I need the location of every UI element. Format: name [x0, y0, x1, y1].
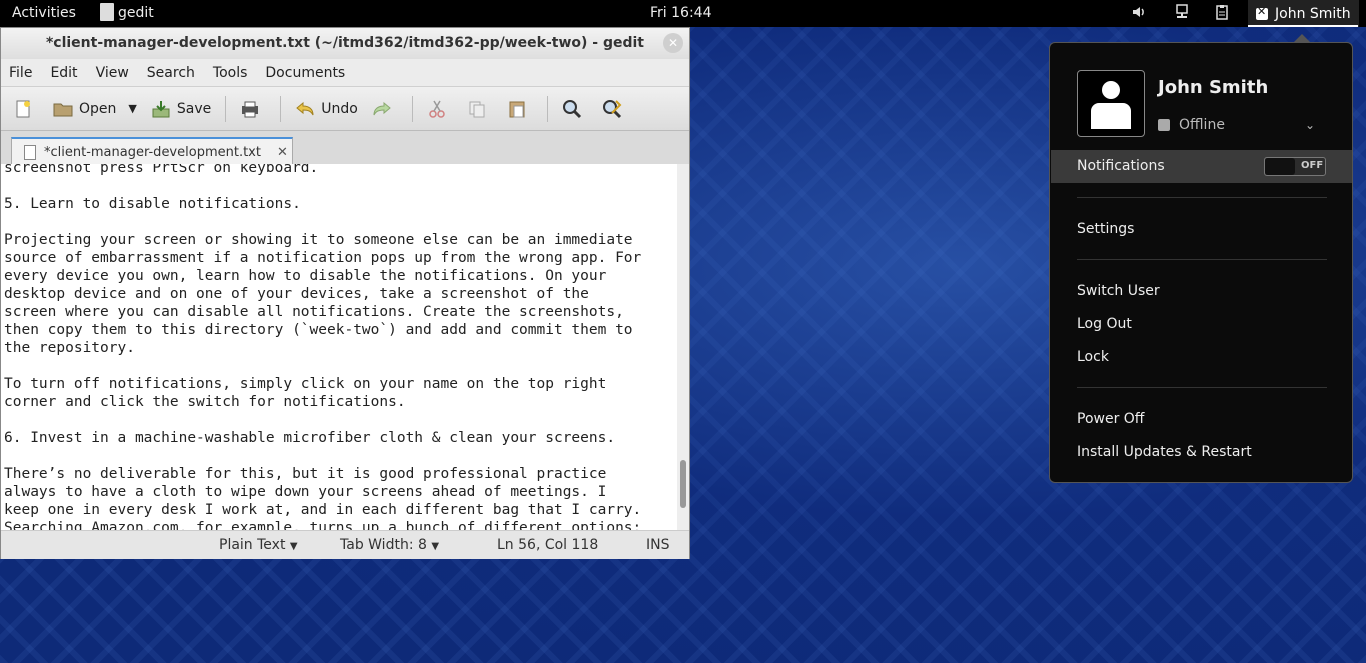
- editor-content[interactable]: screenshot press PrtScr on keyboard. 5. …: [1, 164, 677, 530]
- paste-icon: [509, 101, 525, 117]
- toggle-knob[interactable]: [1265, 158, 1295, 175]
- switch-user-item[interactable]: Switch User: [1077, 283, 1160, 299]
- divider: [1077, 259, 1327, 260]
- find-replace-icon: [602, 99, 622, 118]
- window-title: *client-manager-development.txt (~/itmd3…: [45, 35, 645, 51]
- printer-icon: [242, 101, 259, 117]
- menu-documents[interactable]: Documents: [265, 65, 345, 81]
- avatar-head: [1102, 81, 1120, 99]
- menu-search[interactable]: Search: [147, 65, 195, 81]
- tab-width-label: Tab Width: 8: [340, 537, 427, 553]
- volume-icon[interactable]: [1131, 4, 1147, 20]
- vertical-scrollbar[interactable]: [677, 164, 689, 530]
- offline-status-icon: [1256, 5, 1268, 20]
- toolbar-separator: [280, 95, 282, 122]
- open-label: Open: [79, 100, 117, 117]
- chevron-down-icon: ⌄: [1304, 118, 1315, 132]
- save-label: Save: [176, 100, 212, 117]
- presence-label: Offline: [1179, 117, 1225, 133]
- toolbar-separator: [411, 95, 413, 122]
- scissors-icon: [429, 100, 445, 118]
- log-out-item[interactable]: Log Out: [1077, 316, 1132, 332]
- menu-edit[interactable]: Edit: [50, 65, 77, 81]
- avatar[interactable]: [1077, 70, 1145, 137]
- user-name-label: John Smith: [1275, 5, 1351, 22]
- user-menu-button[interactable]: John Smith: [1248, 0, 1359, 27]
- document-tabs: *client-manager-development.txt ✕: [1, 131, 689, 166]
- chevron-down-icon: ▼: [431, 541, 440, 552]
- presence-selector[interactable]: Offline ⌄: [1158, 117, 1315, 133]
- toolbar: Open ▼ Save Undo: [1, 87, 689, 131]
- notifications-label: Notifications: [1077, 158, 1165, 174]
- folder-icon: [53, 103, 73, 116]
- app-menu[interactable]: gedit: [100, 3, 154, 21]
- offline-status-icon: [1158, 119, 1170, 131]
- new-document-button[interactable]: [13, 99, 39, 119]
- user-display-name: John Smith: [1158, 77, 1269, 98]
- menu-bar: File Edit View Search Tools Documents: [1, 59, 689, 87]
- undo-label: Undo: [321, 100, 358, 117]
- open-button[interactable]: Open ▼: [53, 99, 137, 119]
- chevron-down-icon[interactable]: ▼: [128, 102, 136, 115]
- chevron-down-icon: ▼: [289, 541, 298, 552]
- paste-button[interactable]: [507, 99, 533, 119]
- redo-icon: [373, 101, 391, 115]
- window-titlebar[interactable]: *client-manager-development.txt (~/itmd3…: [1, 28, 689, 59]
- menu-view[interactable]: View: [96, 65, 129, 81]
- find-replace-button[interactable]: [602, 99, 628, 119]
- close-tab-icon[interactable]: ✕: [277, 145, 288, 160]
- document-tab-label: *client-manager-development.txt: [44, 144, 261, 160]
- syntax-selector[interactable]: Plain Text ▼: [219, 537, 298, 553]
- menu-tools[interactable]: Tools: [213, 65, 248, 81]
- toolbar-separator: [546, 95, 548, 122]
- insert-mode: INS: [646, 537, 670, 553]
- gedit-window: *client-manager-development.txt (~/itmd3…: [0, 27, 690, 559]
- redo-button[interactable]: [372, 99, 398, 119]
- scrollbar-thumb[interactable]: [680, 460, 686, 508]
- notifications-toggle[interactable]: OFF: [1264, 157, 1326, 176]
- gedit-app-icon: [100, 3, 114, 21]
- divider: [1077, 387, 1327, 388]
- document-tab[interactable]: *client-manager-development.txt ✕: [11, 137, 293, 165]
- text-editor[interactable]: screenshot press PrtScr on keyboard. 5. …: [1, 164, 677, 530]
- lock-item[interactable]: Lock: [1077, 349, 1109, 365]
- search-icon: [562, 99, 581, 118]
- toolbar-separator: [225, 95, 227, 122]
- install-updates-item[interactable]: Install Updates & Restart: [1077, 444, 1252, 460]
- toggle-state: OFF: [1301, 160, 1324, 171]
- divider: [1077, 197, 1327, 198]
- settings-item[interactable]: Settings: [1077, 221, 1134, 237]
- undo-button[interactable]: Undo: [295, 99, 358, 119]
- tab-width-selector[interactable]: Tab Width: 8 ▼: [340, 537, 439, 553]
- popup-arrow: [1293, 34, 1311, 43]
- user-menu-popup: John Smith Offline ⌄ Notifications OFF S…: [1049, 34, 1353, 483]
- save-button[interactable]: Save: [151, 99, 211, 119]
- syntax-label: Plain Text: [219, 537, 286, 553]
- cut-button[interactable]: [427, 99, 453, 119]
- avatar-body: [1091, 103, 1131, 129]
- notifications-row[interactable]: Notifications OFF: [1051, 150, 1352, 183]
- activities-button[interactable]: Activities: [12, 5, 76, 21]
- power-off-item[interactable]: Power Off: [1077, 411, 1144, 427]
- copy-icon: [469, 101, 485, 117]
- find-button[interactable]: [562, 99, 588, 119]
- new-document-icon: [16, 100, 30, 117]
- document-icon: [24, 144, 36, 160]
- clock[interactable]: Fri 16:44: [650, 5, 711, 21]
- status-bar: Plain Text ▼ Tab Width: 8 ▼ Ln 56, Col 1…: [1, 530, 689, 559]
- print-button[interactable]: [240, 99, 266, 119]
- app-menu-label: gedit: [118, 5, 154, 21]
- menu-file[interactable]: File: [9, 65, 32, 81]
- cursor-position: Ln 56, Col 118: [497, 537, 599, 553]
- copy-button[interactable]: [467, 99, 493, 119]
- close-window-icon[interactable]: ✕: [663, 33, 683, 53]
- undo-icon: [296, 101, 314, 115]
- network-icon[interactable]: [1174, 4, 1190, 20]
- active-indicator: [1248, 25, 1358, 27]
- clipboard-icon[interactable]: [1214, 4, 1230, 20]
- top-bar: Activities gedit Fri 16:44 John Smith: [0, 0, 1366, 27]
- save-icon: [152, 100, 170, 117]
